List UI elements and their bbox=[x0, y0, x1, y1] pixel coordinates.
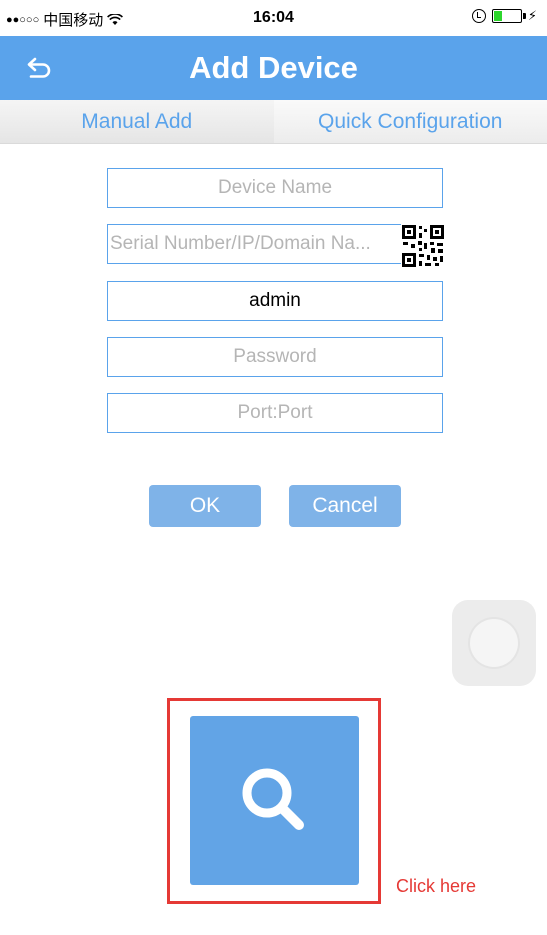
tab-quick-configuration[interactable]: Quick Configuration bbox=[273, 100, 547, 143]
assistive-touch-circle bbox=[470, 619, 518, 667]
ok-button[interactable]: OK bbox=[149, 485, 261, 527]
assistive-touch-button[interactable] bbox=[452, 600, 536, 686]
charging-icon: ⚡ bbox=[527, 8, 537, 23]
battery-icon bbox=[491, 9, 526, 23]
nav-bar: Add Device bbox=[0, 36, 547, 100]
device-name-field[interactable]: Device Name bbox=[107, 168, 443, 208]
tab-manual-add[interactable]: Manual Add bbox=[0, 100, 274, 143]
serial-number-field[interactable]: Serial Number/IP/Domain Na... bbox=[107, 224, 443, 264]
status-time: 16:04 bbox=[253, 9, 294, 26]
cancel-button[interactable]: Cancel bbox=[289, 485, 401, 527]
password-field[interactable]: Password bbox=[107, 337, 443, 377]
qr-code-icon[interactable] bbox=[401, 224, 445, 268]
username-field[interactable]: admin bbox=[107, 281, 443, 321]
port-field[interactable]: Port:Port bbox=[107, 393, 443, 433]
status-right: ⚡ bbox=[471, 8, 537, 24]
status-bar: ●●○○○ 中国移动 16:04 ⚡ bbox=[0, 0, 547, 36]
page-title: Add Device bbox=[189, 50, 358, 85]
search-icon bbox=[242, 768, 304, 830]
search-button[interactable] bbox=[190, 716, 359, 885]
tab-bar: Manual Add Quick Configuration bbox=[0, 100, 547, 144]
click-here-annotation: Click here bbox=[396, 876, 477, 896]
orientation-lock-icon bbox=[471, 9, 486, 23]
